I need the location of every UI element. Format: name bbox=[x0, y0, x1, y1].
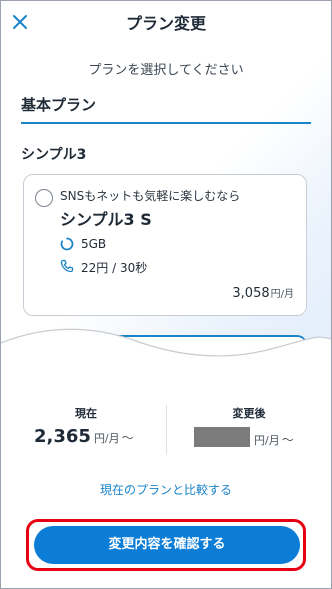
plan-selection-area: プラン変更 プランを選択してください 基本プラン シンプル3 SNSもネットも気… bbox=[1, 1, 331, 361]
after-change-label: 変更後 bbox=[232, 407, 266, 420]
app-frame: プラン変更 プランを選択してください 基本プラン シンプル3 SNSもネットも気… bbox=[0, 0, 332, 589]
summary-divider bbox=[166, 405, 167, 455]
price-summary-area: 現在 変更後 2,365 円/月〜 円/月〜 現在のプランと比較する 変更内容を確… bbox=[1, 371, 331, 588]
plan-option-card[interactable]: SNSもネットも気軽に楽しむなら シンプル3 S 5GB 22円 / 30秒 3… bbox=[23, 174, 307, 316]
confirm-changes-button[interactable]: 変更内容を確認する bbox=[34, 526, 300, 564]
plan-category-value: 基本プラン bbox=[21, 96, 97, 114]
page-title: プラン変更 bbox=[125, 14, 206, 33]
cutaway-wave bbox=[1, 328, 331, 379]
plan-group-label: シンプル3 bbox=[21, 147, 87, 163]
data-amount: 5GB bbox=[81, 237, 107, 251]
plan-price-value: 3,058 bbox=[232, 286, 270, 301]
plan-category-field[interactable]: 基本プラン bbox=[21, 90, 311, 124]
plan-price: 3,058円/月 bbox=[232, 285, 294, 301]
after-price-unit: 円/月 bbox=[254, 434, 280, 447]
call-rate: 22円 / 30秒 bbox=[81, 261, 148, 275]
current-price: 2,365 円/月〜 bbox=[34, 426, 134, 447]
current-price-value: 2,365 bbox=[34, 426, 91, 447]
plan-description: SNSもネットも気軽に楽しむなら bbox=[60, 189, 241, 203]
current-price-unit: 円/月 bbox=[93, 432, 120, 445]
plan-price-unit: 円/月 bbox=[270, 289, 294, 300]
plan-name: シンプル3 S bbox=[60, 210, 152, 229]
phone-icon bbox=[60, 259, 74, 273]
after-price-masked bbox=[194, 427, 250, 447]
compare-plans-link[interactable]: 現在のプランと比較する bbox=[1, 481, 331, 498]
instruction-text: プランを選択してください bbox=[88, 63, 244, 78]
after-price: 円/月〜 bbox=[254, 431, 294, 448]
after-price-suffix: 〜 bbox=[281, 433, 294, 447]
data-capacity-icon bbox=[60, 237, 74, 251]
plan-radio-button[interactable] bbox=[35, 189, 53, 207]
current-price-suffix: 〜 bbox=[121, 431, 134, 445]
current-label: 現在 bbox=[75, 407, 97, 420]
